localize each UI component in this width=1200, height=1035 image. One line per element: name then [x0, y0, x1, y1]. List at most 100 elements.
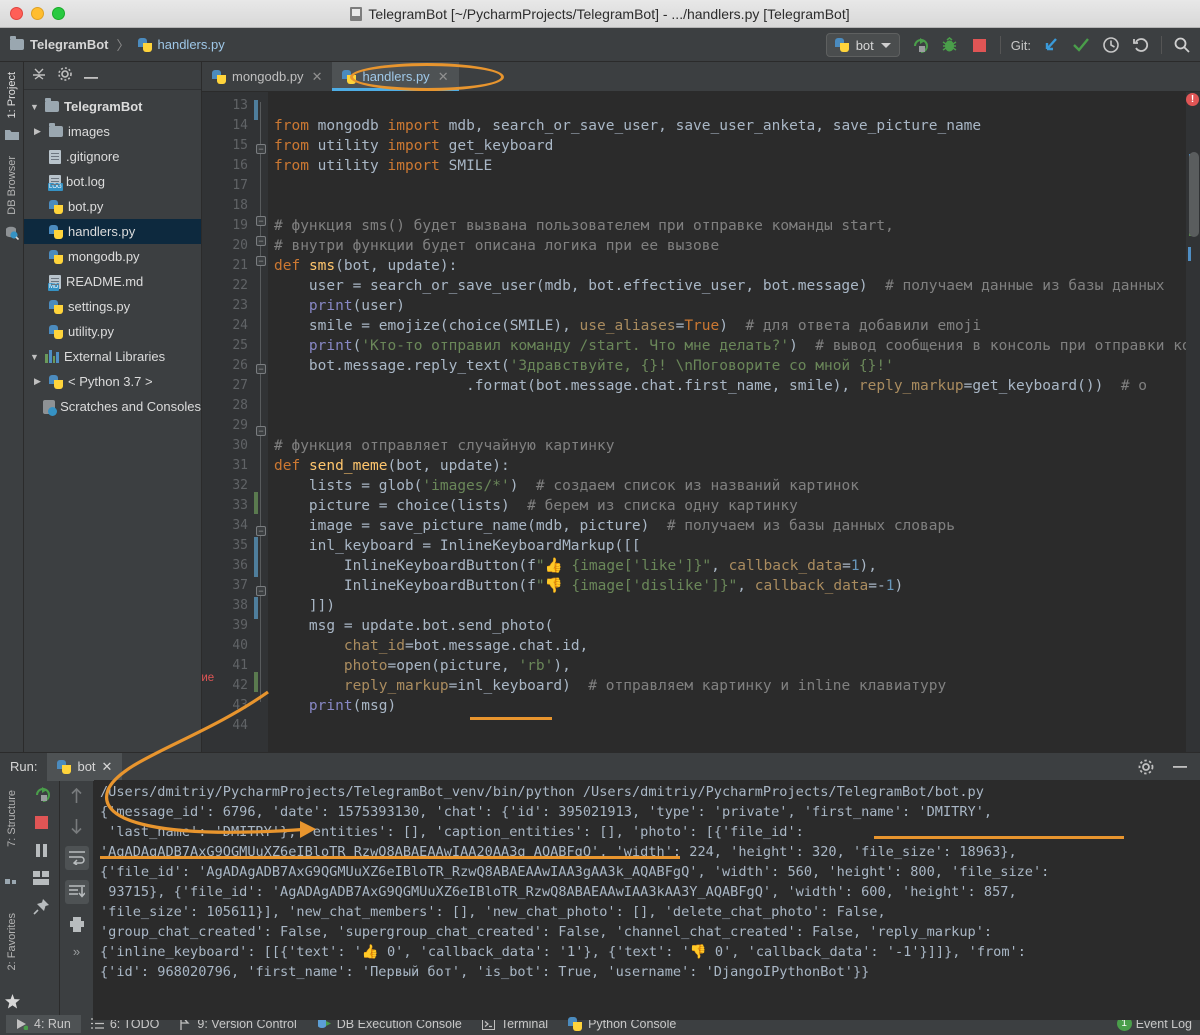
git-commit-icon[interactable]: [1071, 35, 1091, 55]
scroll-down-icon[interactable]: [67, 816, 87, 836]
error-count-badge[interactable]: !: [1186, 93, 1199, 106]
run-configuration-selector[interactable]: bot: [825, 33, 900, 57]
fold-marker[interactable]: −: [256, 216, 266, 226]
stop-icon[interactable]: [32, 812, 52, 832]
chevron-right-icon[interactable]: ▶: [34, 126, 44, 137]
code-line[interactable]: .format(bot.message.chat.first_name, smi…: [268, 376, 1200, 396]
fold-marker[interactable]: −: [256, 144, 266, 154]
window-controls[interactable]: [0, 7, 65, 20]
hide-panel-icon[interactable]: [84, 68, 98, 83]
run-console-output[interactable]: /Users/dmitriy/PycharmProjects/TelegramB…: [94, 780, 1200, 1021]
tree-node-external-libraries[interactable]: ▼ External Libraries: [24, 344, 201, 369]
tool-window-favorites[interactable]: 2: Favorites: [6, 913, 18, 970]
tool-window-project[interactable]: 1: Project: [6, 72, 18, 118]
code-line[interactable]: msg = update.bot.send_photo(: [268, 616, 1200, 636]
breadcrumb-file[interactable]: handlers.py: [158, 37, 225, 52]
pin-icon[interactable]: [32, 896, 52, 916]
pause-icon[interactable]: [32, 840, 52, 860]
run-tab-bot[interactable]: bot ✕: [47, 752, 123, 781]
code-line[interactable]: # функция sms() будет вызвана пользовате…: [268, 216, 1200, 236]
tree-node-images[interactable]: ▶ images: [24, 119, 201, 144]
code-line[interactable]: user = search_or_save_user(mdb, bot.effe…: [268, 276, 1200, 296]
fold-marker[interactable]: −: [256, 256, 266, 266]
code-line[interactable]: [268, 96, 1200, 116]
editor-tab-mongodb[interactable]: mongodb.py ✕: [202, 62, 332, 91]
git-update-icon[interactable]: [1041, 35, 1061, 55]
code-line[interactable]: from mongodb import mdb, search_or_save_…: [268, 116, 1200, 136]
git-rollback-icon[interactable]: [1131, 35, 1151, 55]
code-line[interactable]: chat_id=bot.message.chat.id,: [268, 636, 1200, 656]
code-line[interactable]: # функция отправляет случайную картинку: [268, 436, 1200, 456]
stop-icon[interactable]: [970, 35, 990, 55]
tree-node-readme-md[interactable]: MD README.md: [24, 269, 201, 294]
code-line[interactable]: print(user): [268, 296, 1200, 316]
tree-node-scratches-and-consoles[interactable]: Scratches and Consoles: [24, 394, 201, 419]
code-line[interactable]: lists = glob('images/*') # создаем списо…: [268, 476, 1200, 496]
gear-icon[interactable]: [58, 67, 72, 84]
close-window-button[interactable]: [10, 7, 23, 20]
soft-wrap-icon[interactable]: [64, 846, 89, 870]
close-tab-icon[interactable]: ✕: [438, 69, 449, 85]
project-tree[interactable]: ▼ TelegramBot ▶ images .gitignore LOG bot.log b…: [24, 90, 201, 419]
tree-node-mongodb-py[interactable]: mongodb.py: [24, 244, 201, 269]
tree-node-gitignore[interactable]: .gitignore: [24, 144, 201, 169]
minimize-window-button[interactable]: [31, 7, 44, 20]
fold-marker[interactable]: −: [256, 526, 266, 536]
code-line[interactable]: print(msg): [268, 696, 1200, 716]
search-icon[interactable]: [1172, 35, 1192, 55]
code-line[interactable]: def sms(bot, update):: [268, 256, 1200, 276]
status-item-run[interactable]: 4: Run: [6, 1014, 81, 1033]
scroll-to-end-icon[interactable]: [64, 880, 89, 904]
code-line[interactable]: smile = emojize(choice(SMILE), use_alias…: [268, 316, 1200, 336]
run-icon[interactable]: [910, 35, 930, 55]
code-line[interactable]: [268, 396, 1200, 416]
chevron-right-icon[interactable]: ▶: [34, 376, 44, 387]
expand-collapse-icon[interactable]: [32, 68, 46, 83]
code-line[interactable]: InlineKeyboardButton(f"👍 {image['like']}…: [268, 556, 1200, 576]
code-editor[interactable]: 13 14 15 16 17 18 19 20 21 22 23 24 25 26 27 28 29 30 31 32…: [202, 92, 1200, 752]
chevron-down-icon[interactable]: ▼: [30, 352, 40, 362]
chevron-down-icon[interactable]: [880, 42, 891, 48]
tool-window-structure[interactable]: 7: Structure: [6, 790, 18, 847]
fold-marker[interactable]: −: [256, 426, 266, 436]
code-line[interactable]: def send_meme(bot, update):: [268, 456, 1200, 476]
tree-node-python-3-7[interactable]: ▶ < Python 3.7 >: [24, 369, 201, 394]
fold-marker[interactable]: −: [256, 364, 266, 374]
breadcrumb[interactable]: TelegramBot 〉 handlers.py: [10, 35, 225, 54]
code-line[interactable]: image = save_picture_name(mdb, picture) …: [268, 516, 1200, 536]
code-line[interactable]: [268, 176, 1200, 196]
tree-node-telegrambot[interactable]: ▼ TelegramBot: [24, 94, 201, 119]
code-line[interactable]: inl_keyboard = InlineKeyboardMarkup([[: [268, 536, 1200, 556]
breadcrumb-project[interactable]: TelegramBot: [30, 37, 109, 52]
fold-marker[interactable]: −: [256, 586, 266, 596]
tree-node-bot-py[interactable]: bot.py: [24, 194, 201, 219]
tree-node-handlers-py[interactable]: handlers.py: [24, 219, 201, 244]
code-text[interactable]: from mongodb import mdb, search_or_save_…: [268, 92, 1200, 752]
git-history-icon[interactable]: [1101, 35, 1121, 55]
more-icon[interactable]: »: [73, 944, 80, 959]
code-line[interactable]: picture = choice(lists) # берем из списк…: [268, 496, 1200, 516]
fold-marker[interactable]: −: [256, 236, 266, 246]
tree-node-settings-py[interactable]: settings.py: [24, 294, 201, 319]
tree-node-utility-py[interactable]: utility.py: [24, 319, 201, 344]
code-folding-gutter[interactable]: − − − − − − − −: [254, 92, 268, 752]
code-line[interactable]: [268, 716, 1200, 736]
code-line[interactable]: [268, 196, 1200, 216]
chevron-down-icon[interactable]: ▼: [30, 102, 40, 112]
code-line[interactable]: print('Кто-то отправил команду /start. Ч…: [268, 336, 1200, 356]
close-tab-icon[interactable]: ✕: [312, 69, 323, 85]
code-line[interactable]: ]]): [268, 596, 1200, 616]
code-line[interactable]: reply_markup=inl_keyboard) # отправляем …: [268, 676, 1200, 696]
layout-icon[interactable]: [32, 868, 52, 888]
minimize-icon[interactable]: [1170, 757, 1190, 777]
code-line[interactable]: photo=open(picture, 'rb'),: [268, 656, 1200, 676]
code-line[interactable]: from utility import get_keyboard: [268, 136, 1200, 156]
editor-tab-handlers[interactable]: handlers.py ✕: [332, 62, 459, 91]
editor-marker-bar[interactable]: !: [1186, 92, 1200, 752]
scroll-up-icon[interactable]: [67, 786, 87, 806]
tree-node-bot-log[interactable]: LOG bot.log: [24, 169, 201, 194]
tool-window-db-browser[interactable]: DB Browser: [6, 156, 18, 215]
code-line[interactable]: [268, 416, 1200, 436]
code-line[interactable]: bot.message.reply_text('Здравствуйте, {}…: [268, 356, 1200, 376]
code-line[interactable]: from utility import SMILE: [268, 156, 1200, 176]
